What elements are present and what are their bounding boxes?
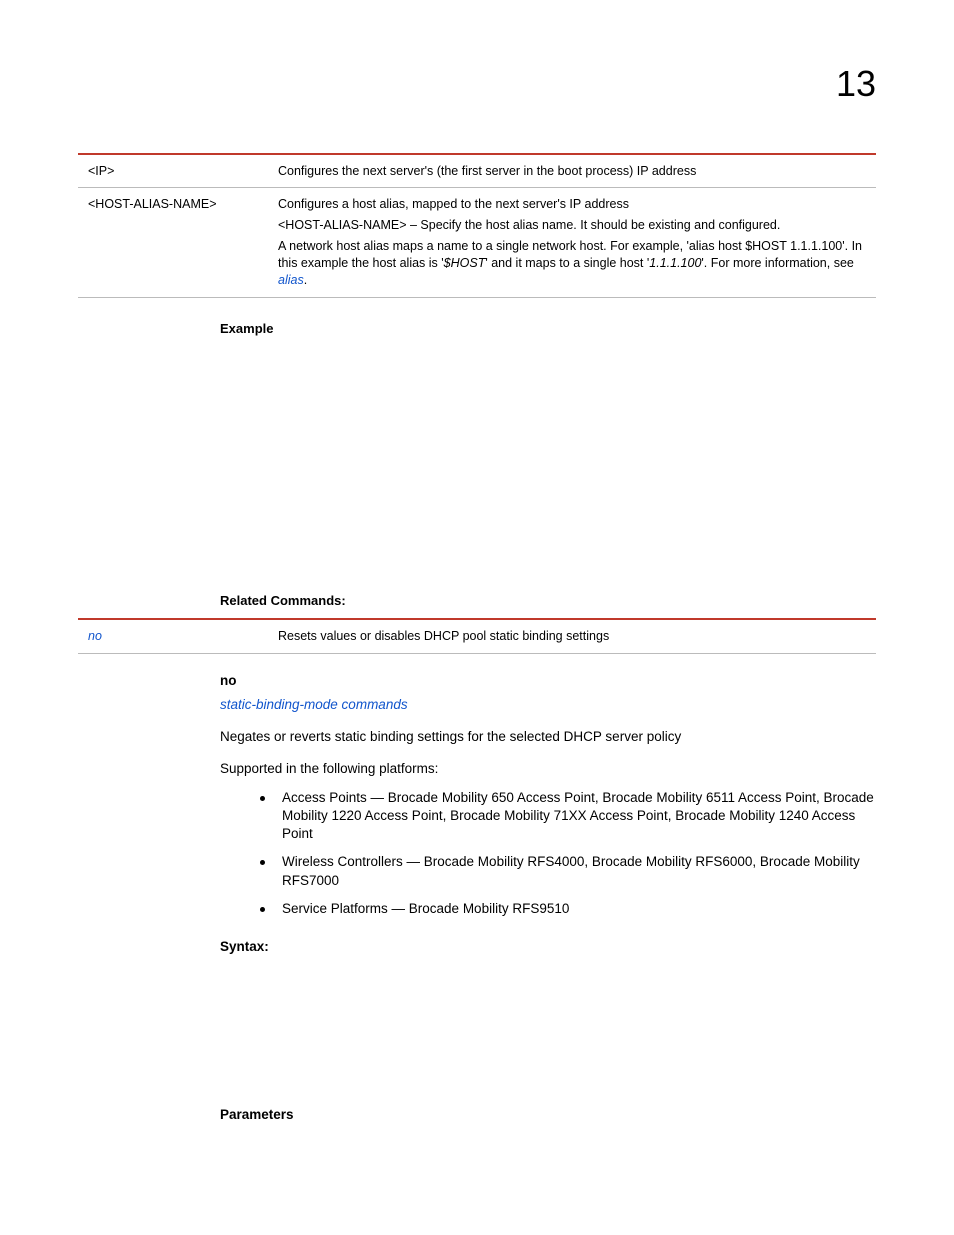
parameters-heading: Parameters bbox=[220, 1106, 876, 1124]
desc-line: A network host alias maps a name to a si… bbox=[278, 238, 866, 289]
bullet-text: <HOST-ALIAS-NAME> – Specify the host ali… bbox=[278, 218, 780, 232]
alias-link[interactable]: alias bbox=[278, 273, 304, 287]
no-description: Negates or reverts static binding settin… bbox=[220, 728, 876, 746]
table-row: no Resets values or disables DHCP pool s… bbox=[78, 619, 876, 653]
cmd-cell: no bbox=[78, 619, 268, 653]
param-cell: <IP> bbox=[78, 154, 268, 188]
example-heading: Example bbox=[220, 320, 876, 338]
no-link[interactable]: no bbox=[88, 629, 102, 643]
no-heading: no bbox=[220, 672, 876, 690]
syntax-heading: Syntax: bbox=[220, 938, 876, 956]
table-row: <IP> Configures the next server's (the f… bbox=[78, 154, 876, 188]
related-commands-table: no Resets values or disables DHCP pool s… bbox=[78, 618, 876, 654]
desc-cell: Configures the next server's (the first … bbox=[268, 154, 876, 188]
desc-line: Configures a host alias, mapped to the n… bbox=[278, 196, 866, 213]
related-commands-heading: Related Commands: bbox=[220, 592, 876, 610]
supported-platforms-label: Supported in the following platforms: bbox=[220, 760, 876, 778]
list-item: Access Points — Brocade Mobility 650 Acc… bbox=[260, 789, 876, 844]
text: . bbox=[304, 273, 307, 287]
desc-cell: Resets values or disables DHCP pool stat… bbox=[268, 619, 876, 653]
text: ' and it maps to a single host ' bbox=[485, 256, 649, 270]
static-binding-link[interactable]: static-binding-mode commands bbox=[220, 697, 408, 712]
page-number: 13 bbox=[78, 60, 876, 109]
table-row: <HOST-ALIAS-NAME> Configures a host alia… bbox=[78, 188, 876, 297]
list-item: Service Platforms — Brocade Mobility RFS… bbox=[260, 900, 876, 918]
text-emph: $HOST bbox=[444, 256, 486, 270]
param-cell: <HOST-ALIAS-NAME> bbox=[78, 188, 268, 297]
text-emph: 1.1.1.100 bbox=[649, 256, 701, 270]
desc-bullet: <HOST-ALIAS-NAME> – Specify the host ali… bbox=[278, 217, 866, 234]
parameter-table-top: <IP> Configures the next server's (the f… bbox=[78, 153, 876, 298]
list-item: Wireless Controllers — Brocade Mobility … bbox=[260, 853, 876, 889]
platform-list: Access Points — Brocade Mobility 650 Acc… bbox=[260, 789, 876, 918]
desc-cell: Configures a host alias, mapped to the n… bbox=[268, 188, 876, 297]
text: '. For more information, see bbox=[701, 256, 853, 270]
